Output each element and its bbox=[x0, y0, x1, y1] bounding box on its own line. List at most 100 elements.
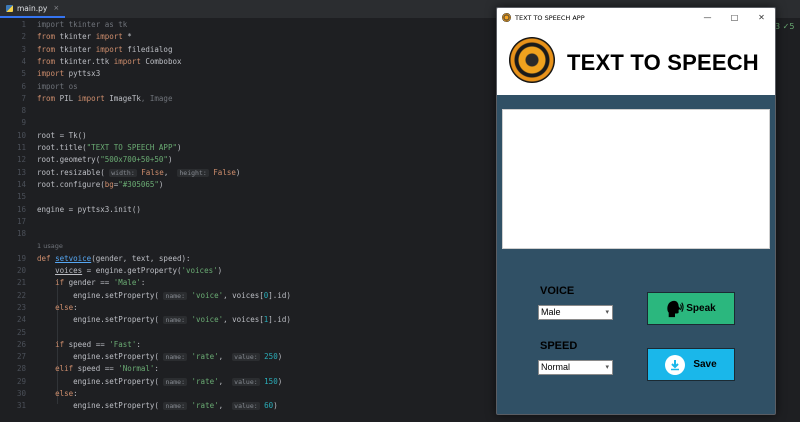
save-button-label: Save bbox=[693, 359, 717, 370]
code-text: engine = pyttsx3.init() bbox=[37, 204, 141, 214]
code-text: else: bbox=[55, 389, 78, 398]
code-line[interactable]: 12 root.geometry("500x700+50+50") bbox=[0, 154, 500, 166]
line-number: 16 bbox=[16, 204, 26, 214]
line-number: 15 bbox=[16, 192, 26, 202]
line-number: 24 bbox=[16, 315, 26, 325]
inspection-indicators[interactable]: 3 ✓5 bbox=[775, 22, 794, 31]
code-text: from tkinter import * bbox=[37, 32, 132, 42]
line-number: 10 bbox=[16, 130, 26, 140]
code-text: from tkinter import filedialog bbox=[37, 44, 173, 54]
code-line[interactable]: 16 engine = pyttsx3.init() bbox=[0, 204, 500, 216]
code-line[interactable]: 23 else: bbox=[0, 302, 500, 314]
line-number: 28 bbox=[16, 364, 26, 374]
line-number: 14 bbox=[16, 179, 26, 189]
save-button[interactable]: Save bbox=[647, 348, 735, 381]
line-number: 6 bbox=[21, 81, 26, 91]
speed-label: SPEED bbox=[540, 340, 578, 352]
code-line[interactable]: 17 bbox=[0, 216, 500, 228]
code-line[interactable]: 13 root.resizable( width: False, height: … bbox=[0, 167, 500, 179]
voice-combobox[interactable]: Male ▾ bbox=[538, 305, 613, 320]
speech-text-area[interactable] bbox=[502, 109, 770, 249]
code-line[interactable]: 7 from PIL import ImageTk, Image bbox=[0, 93, 500, 105]
tab-label: main.py bbox=[17, 3, 48, 13]
window-titlebar[interactable]: TEXT TO SPEECH APP — □ ✕ bbox=[497, 8, 775, 27]
code-text: if speed == 'Fast': bbox=[55, 339, 141, 349]
code-line[interactable]: 4 from tkinter.ttk import Combobox bbox=[0, 56, 500, 68]
code-line[interactable]: 5 import pyttsx3 bbox=[0, 68, 500, 80]
code-text: from tkinter.ttk import Combobox bbox=[37, 56, 182, 66]
code-line[interactable]: 14 root.configure(bg="#305065") bbox=[0, 179, 500, 191]
line-number: 20 bbox=[16, 266, 26, 275]
line-number: 11 bbox=[16, 143, 26, 152]
code-line[interactable]: 18 bbox=[0, 228, 500, 240]
code-line[interactable]: 31 engine.setProperty( name: 'rate', val… bbox=[0, 400, 500, 412]
minimize-button[interactable]: — bbox=[694, 8, 721, 27]
tab-close-icon[interactable]: × bbox=[53, 4, 59, 12]
download-icon bbox=[665, 354, 686, 375]
code-line[interactable]: 29 engine.setProperty( name: 'rate', val… bbox=[0, 376, 500, 388]
code-line[interactable]: 6 import os bbox=[0, 81, 500, 93]
code-text: engine.setProperty( name: 'voice', voice… bbox=[37, 315, 291, 325]
code-line[interactable]: 21 if gender == 'Male': bbox=[0, 277, 500, 289]
line-number: 27 bbox=[16, 352, 26, 362]
chevron-down-icon[interactable]: ▾ bbox=[605, 306, 609, 319]
tab-main-py[interactable]: main.py × bbox=[0, 0, 66, 18]
code-line[interactable]: 10 root = Tk() bbox=[0, 130, 500, 142]
code-text: voices = engine.getProperty('voices') bbox=[55, 266, 223, 275]
code-line[interactable]: 2 from tkinter import * bbox=[0, 31, 500, 43]
code-line[interactable]: 20 voices = engine.getProperty('voices') bbox=[0, 265, 500, 277]
python-file-icon bbox=[6, 4, 13, 12]
app-heading: TEXT TO SPEECH bbox=[567, 50, 759, 75]
code-line[interactable]: 30 else: bbox=[0, 388, 500, 400]
speaking-head-icon bbox=[667, 300, 684, 317]
code-text: elif speed == 'Normal': bbox=[55, 364, 159, 374]
code-line[interactable]: 25 bbox=[0, 327, 500, 339]
code-line[interactable]: 1 import tkinter as tk bbox=[0, 19, 500, 31]
code-line[interactable]: 19 def setvoice(gender, text, speed): bbox=[0, 253, 500, 265]
line-number: 23 bbox=[16, 302, 26, 312]
code-line[interactable]: 27 engine.setProperty( name: 'rate', val… bbox=[0, 351, 500, 363]
code-line[interactable]: 9 bbox=[0, 117, 500, 129]
code-line[interactable]: 22 engine.setProperty( name: 'voice', vo… bbox=[0, 290, 500, 302]
chevron-down-icon[interactable]: ▾ bbox=[605, 361, 609, 374]
line-number: 25 bbox=[16, 327, 26, 337]
maximize-button[interactable]: □ bbox=[721, 8, 748, 27]
code-line[interactable]: 15 bbox=[0, 191, 500, 203]
code-text: def setvoice(gender, text, speed): bbox=[37, 253, 191, 263]
code-text: root.resizable( width: False, height: Fa… bbox=[37, 167, 241, 177]
line-number: 17 bbox=[16, 216, 26, 226]
code-line[interactable]: 11 root.title("TEXT TO SPEECH APP") bbox=[0, 142, 500, 154]
app-speaker-icon bbox=[502, 13, 511, 22]
code-text: root = Tk() bbox=[37, 130, 87, 140]
code-line[interactable]: 28 elif speed == 'Normal': bbox=[0, 363, 500, 375]
close-button[interactable]: ✕ bbox=[748, 8, 775, 27]
line-number: 22 bbox=[16, 290, 26, 300]
speed-selected-value: Normal bbox=[541, 362, 571, 372]
code-text: root.geometry("500x700+50+50") bbox=[37, 155, 173, 165]
voice-label: VOICE bbox=[540, 285, 575, 297]
line-number: 31 bbox=[16, 401, 26, 411]
line-number: 9 bbox=[21, 118, 26, 128]
line-number: 8 bbox=[21, 106, 26, 116]
line-number: 12 bbox=[16, 155, 26, 165]
line-number: 4 bbox=[21, 56, 26, 66]
code-line[interactable]: 24 engine.setProperty( name: 'voice', vo… bbox=[0, 314, 500, 326]
speed-combobox[interactable]: Normal ▾ bbox=[538, 360, 613, 375]
line-number: 5 bbox=[21, 69, 26, 79]
code-line[interactable]: 26 if speed == 'Fast': bbox=[0, 339, 500, 351]
line-number: 18 bbox=[16, 229, 26, 239]
code-text: import os bbox=[37, 81, 78, 91]
line-number: 29 bbox=[16, 376, 26, 386]
code-line[interactable]: 3 from tkinter import filedialog bbox=[0, 44, 500, 56]
line-number: 7 bbox=[21, 93, 26, 103]
code-text: from PIL import ImageTk, Image bbox=[37, 93, 173, 103]
line-number: 26 bbox=[16, 339, 26, 349]
line-number: 1 bbox=[21, 20, 26, 29]
code-text: engine.setProperty( name: 'rate', value:… bbox=[37, 376, 283, 386]
code-text: root.configure(bg="#305065") bbox=[37, 179, 164, 189]
code-text: engine.setProperty( name: 'rate', value:… bbox=[37, 352, 283, 362]
line-number: 2 bbox=[21, 32, 26, 42]
code-line[interactable]: 8 bbox=[0, 105, 500, 117]
speak-button[interactable]: Speak bbox=[647, 292, 735, 325]
usage-hint[interactable]: 1 usage bbox=[37, 242, 63, 250]
